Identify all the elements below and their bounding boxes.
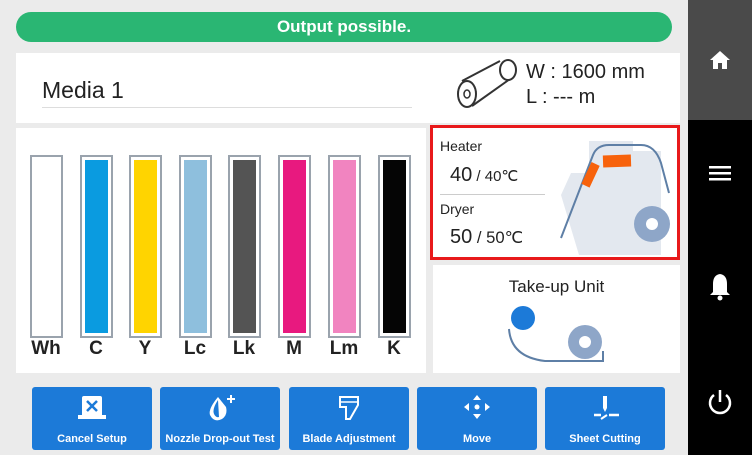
media-width: W : 1600 mm (526, 61, 645, 83)
ink-fill (134, 160, 157, 333)
ink-fill (333, 160, 356, 333)
cancel-setup-icon (78, 396, 106, 419)
nozzle-drop-out-test-label: Nozzle Drop-out Test (165, 433, 275, 445)
move-arrows-icon (464, 395, 490, 419)
heater-target-temp: / 40℃ (472, 168, 519, 185)
media-panel[interactable]: Media 1 W : 1600 mm L : --- m (16, 53, 680, 123)
ink-fill (184, 160, 207, 333)
ink-label-lc: Lc (183, 338, 207, 359)
heater-temperature: 40 / 40℃ (450, 164, 518, 187)
blade-icon (339, 396, 359, 420)
menu-icon (709, 166, 731, 181)
menu-button[interactable] (688, 143, 752, 203)
notifications-button[interactable] (688, 256, 752, 316)
ink-slot-lk (228, 155, 261, 338)
ink-slot-y (129, 155, 162, 338)
ink-slot-k (378, 155, 411, 338)
takeup-title: Take-up Unit (508, 277, 605, 296)
ink-fill (233, 160, 256, 333)
nozzle-icon (209, 395, 235, 421)
ink-slot-lm (328, 155, 361, 338)
heater-diagram-icon (560, 141, 670, 255)
media-name-divider (42, 107, 412, 108)
dryer-target-temp: / 50℃ (472, 228, 524, 247)
takeup-diagram-icon (508, 306, 604, 362)
ink-fill (383, 160, 406, 333)
media-name: Media 1 (42, 77, 124, 103)
media-length: L : --- m (526, 86, 596, 108)
sheet-cutting-button[interactable]: Sheet Cutting (545, 387, 665, 450)
ink-label-c: C (89, 338, 103, 359)
home-icon (710, 51, 730, 69)
dryer-label: Dryer (440, 201, 475, 217)
ink-slot-c (80, 155, 113, 338)
media-roll-icon (457, 59, 517, 108)
ink-slot-lc (179, 155, 212, 338)
ink-slot-wh (30, 155, 63, 338)
nozzle-drop-out-test-button[interactable]: Nozzle Drop-out Test (160, 387, 280, 450)
status-banner: Output possible. (16, 12, 672, 42)
move-label: Move (462, 433, 492, 445)
dryer-current-temp: 50 (450, 226, 473, 248)
home-button[interactable] (688, 0, 752, 120)
heater-panel[interactable]: Heater 40 / 40℃ Dryer 50 / 50℃ (430, 125, 680, 260)
heater-divider (440, 194, 545, 195)
ink-fill (283, 160, 306, 333)
heater-label: Heater (440, 138, 483, 154)
main-panel: Output possible. Media 1 W : 1600 mm L :… (0, 0, 688, 455)
ink-label-lm: Lm (329, 338, 359, 359)
sheet-cutting-label: Sheet Cutting (569, 433, 641, 445)
sheet-cut-icon (594, 396, 619, 420)
ink-label-k: K (387, 338, 401, 359)
takeup-unit-panel[interactable]: Take-up Unit (433, 265, 680, 373)
bell-icon (710, 274, 730, 301)
dryer-temperature: 50 / 50℃ (450, 226, 523, 249)
cancel-setup-label: Cancel Setup (57, 433, 127, 445)
ink-panel[interactable]: Wh C Y Lc Lk M Lm K (16, 128, 426, 373)
ink-label-y: Y (138, 338, 152, 359)
cancel-setup-button[interactable]: Cancel Setup (32, 387, 152, 450)
sidebar (688, 0, 752, 455)
ink-fill (35, 160, 58, 333)
move-button[interactable]: Move (417, 387, 537, 450)
heater-current-temp: 40 (450, 164, 473, 186)
power-icon (708, 390, 732, 415)
ink-label-lk: Lk (232, 338, 256, 359)
ink-label-wh: Wh (31, 338, 61, 359)
power-button[interactable] (688, 372, 752, 432)
blade-adjustment-label: Blade Adjustment (302, 433, 396, 445)
ink-fill (85, 160, 108, 333)
blade-adjustment-button[interactable]: Blade Adjustment (289, 387, 409, 450)
ink-label-m: M (286, 338, 302, 359)
ink-slot-m (278, 155, 311, 338)
